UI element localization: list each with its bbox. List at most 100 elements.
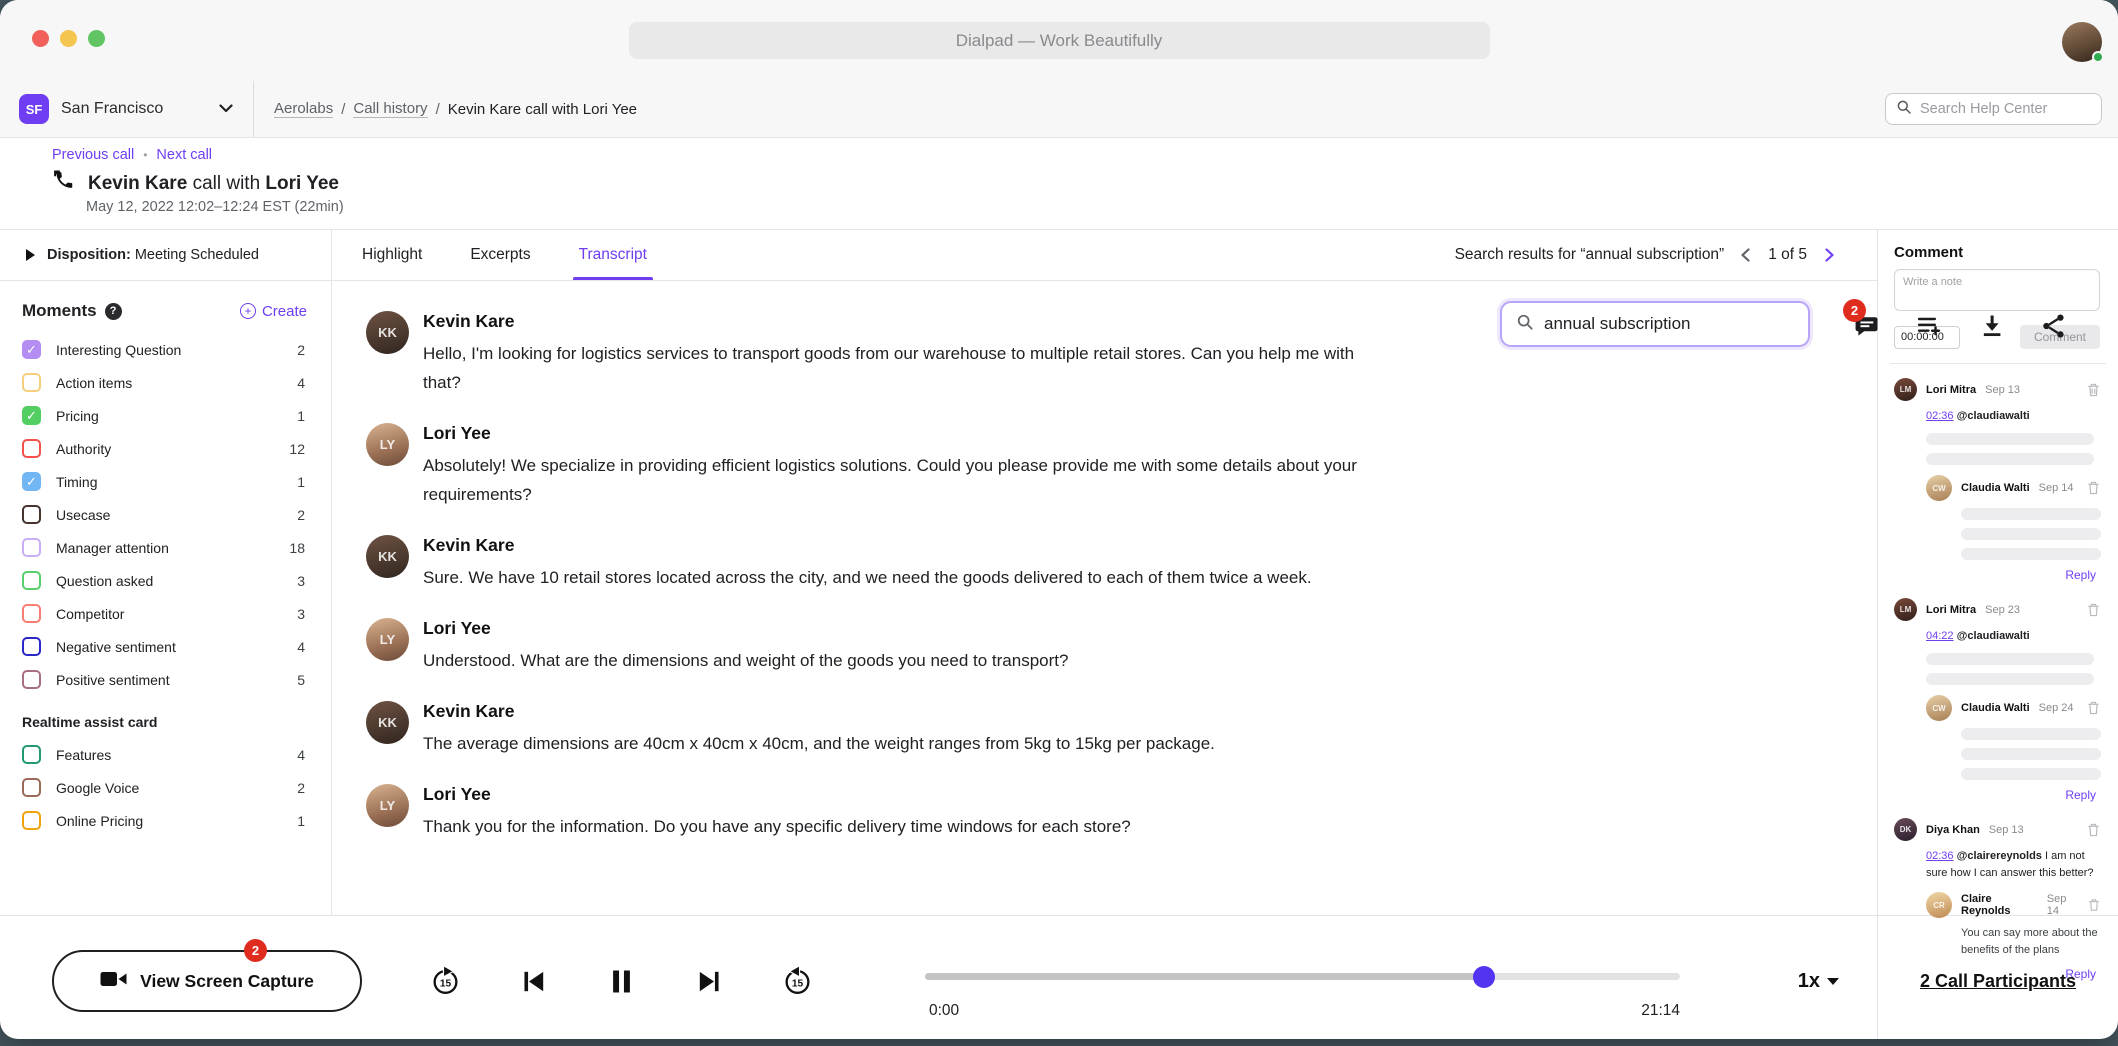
create-moment-button[interactable]: + Create (240, 303, 307, 320)
moment-count: 1 (297, 474, 305, 490)
moment-row[interactable]: Interesting Question 2 (0, 333, 331, 366)
minimize-window-button[interactable] (60, 30, 77, 47)
redacted-text-bar (1926, 673, 2094, 685)
transcript-search-input[interactable] (1544, 314, 1794, 334)
rewind-15-icon[interactable]: 15 (782, 966, 813, 997)
previous-call-link[interactable]: Previous call (52, 147, 134, 163)
moment-row[interactable]: Google Voice 2 (0, 771, 331, 804)
call-participants-link[interactable]: 2 Call Participants (1920, 971, 2076, 992)
next-call-link[interactable]: Next call (156, 147, 212, 163)
next-result-button[interactable] (1821, 247, 1837, 263)
close-window-button[interactable] (32, 30, 49, 47)
add-to-playlist-button[interactable] (1915, 312, 1943, 340)
reply-link[interactable]: Reply (1894, 568, 2096, 582)
trash-icon[interactable] (2087, 823, 2100, 837)
moment-checkbox[interactable] (22, 571, 41, 590)
moment-checkbox[interactable] (22, 604, 41, 623)
skip-next-icon[interactable] (694, 966, 725, 997)
previous-result-button[interactable] (1738, 247, 1754, 263)
moment-row[interactable]: Pricing 1 (0, 399, 331, 432)
moment-checkbox[interactable] (22, 406, 41, 425)
comments-toggle-button[interactable]: 2 (1853, 312, 1881, 340)
comment-thread: LM Lori Mitra Sep 13 02:36 @claudiawalti… (1894, 366, 2106, 586)
zoom-window-button[interactable] (88, 30, 105, 47)
message-text: Hello, I'm looking for logistics service… (423, 339, 1358, 397)
message-text: The average dimensions are 40cm x 40cm x… (423, 729, 1215, 758)
moment-count: 4 (297, 639, 305, 655)
moment-row[interactable]: Usecase 2 (0, 498, 331, 531)
transcript-message: KK Kevin Kare The average dimensions are… (366, 701, 1877, 758)
moment-checkbox[interactable] (22, 340, 41, 359)
trash-icon[interactable] (2088, 898, 2100, 912)
avatar: CW (1926, 695, 1952, 721)
comment-timestamp-link[interactable]: 02:36 (1926, 850, 1954, 862)
trash-icon[interactable] (2087, 481, 2100, 495)
trash-icon[interactable] (2087, 701, 2100, 715)
breadcrumb-call-history[interactable]: Call history (353, 100, 427, 118)
comment-timestamp-link[interactable]: 02:36 (1926, 410, 1954, 422)
comment-author: Claudia Walti (1961, 702, 2030, 714)
moment-row[interactable]: Manager attention 18 (0, 531, 331, 564)
seek-handle[interactable] (1473, 966, 1495, 988)
moment-row[interactable]: Authority 12 (0, 432, 331, 465)
moment-row[interactable]: Action items 4 (0, 366, 331, 399)
breadcrumb-aerolabs[interactable]: Aerolabs (274, 100, 333, 118)
trash-icon[interactable] (2087, 603, 2100, 617)
message-text: Sure. We have 10 retail stores located a… (423, 563, 1312, 592)
moment-row[interactable]: Positive sentiment 5 (0, 663, 331, 696)
moment-checkbox[interactable] (22, 439, 41, 458)
trash-icon[interactable] (2087, 383, 2100, 397)
moment-row[interactable]: Competitor 3 (0, 597, 331, 630)
speaker-name: Kevin Kare (423, 701, 1215, 722)
moment-row[interactable]: Online Pricing 1 (0, 804, 331, 837)
disposition-row[interactable]: Disposition: Meeting Scheduled (0, 230, 331, 281)
office-selector[interactable]: SF San Francisco (0, 81, 254, 137)
moment-row[interactable]: Timing 1 (0, 465, 331, 498)
moment-row[interactable]: Question asked 3 (0, 564, 331, 597)
user-avatar[interactable] (2062, 22, 2102, 62)
moment-row[interactable]: Features 4 (0, 738, 331, 771)
moment-label: Manager attention (56, 540, 169, 556)
moment-label: Negative sentiment (56, 639, 176, 655)
moment-label: Interesting Question (56, 342, 181, 358)
seek-bar[interactable] (925, 973, 1680, 980)
moment-row[interactable]: Negative sentiment 4 (0, 630, 331, 663)
moment-count: 2 (297, 342, 305, 358)
help-icon[interactable]: ? (105, 303, 122, 320)
callee-name: Lori Yee (265, 173, 339, 194)
moment-count: 3 (297, 573, 305, 589)
tab-highlight[interactable]: Highlight (362, 230, 422, 280)
moment-checkbox[interactable] (22, 472, 41, 491)
moment-label: Positive sentiment (56, 672, 170, 688)
view-screen-capture-button[interactable]: 2 View Screen Capture (52, 950, 362, 1012)
tab-transcript[interactable]: Transcript (579, 230, 647, 280)
moment-checkbox[interactable] (22, 745, 41, 764)
tab-excerpts[interactable]: Excerpts (470, 230, 530, 280)
forward-15-icon[interactable]: 15 (430, 966, 461, 997)
disposition-value: Meeting Scheduled (135, 247, 259, 263)
comment-author: Diya Khan (1926, 824, 1980, 836)
transcript-search[interactable] (1500, 301, 1810, 347)
reply-link[interactable]: Reply (1894, 788, 2096, 802)
pause-icon[interactable] (606, 966, 637, 997)
skip-previous-icon[interactable] (518, 966, 549, 997)
share-button[interactable] (2040, 312, 2068, 340)
moment-checkbox[interactable] (22, 538, 41, 557)
moment-checkbox[interactable] (22, 637, 41, 656)
help-search[interactable] (1885, 93, 2102, 125)
share-icon (2040, 327, 2068, 344)
moment-checkbox[interactable] (22, 811, 41, 830)
moment-checkbox[interactable] (22, 505, 41, 524)
playback-bar: 2 View Screen Capture 15 (0, 915, 2118, 1039)
avatar: LY (366, 618, 409, 661)
moment-checkbox[interactable] (22, 670, 41, 689)
moment-checkbox[interactable] (22, 778, 41, 797)
comment-timestamp-link[interactable]: 04:22 (1926, 630, 1954, 642)
download-button[interactable] (1978, 312, 2006, 340)
playback-speed-selector[interactable]: 1x (1798, 970, 1839, 993)
comment-note-input[interactable] (1894, 269, 2100, 311)
moment-checkbox[interactable] (22, 373, 41, 392)
plus-circle-icon: + (240, 303, 256, 319)
moment-label: Competitor (56, 606, 124, 622)
help-search-input[interactable] (1920, 101, 2091, 117)
